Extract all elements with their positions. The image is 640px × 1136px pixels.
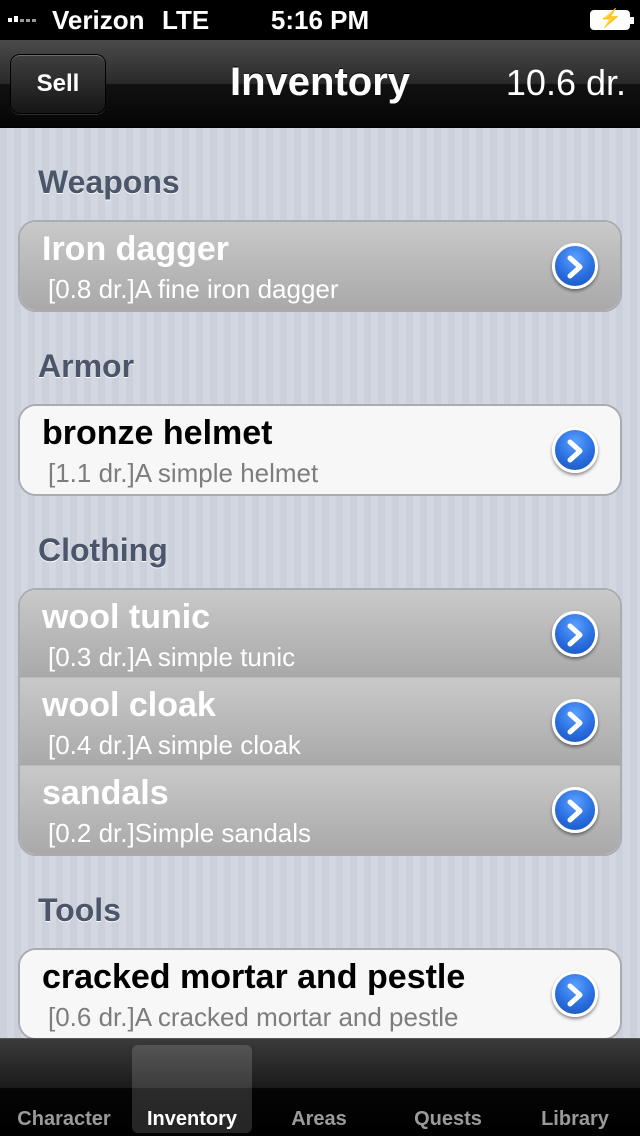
list-item[interactable]: Iron dagger [0.8 dr.]A fine iron dagger: [20, 222, 620, 310]
item-name: cracked mortar and pestle: [42, 958, 466, 996]
section-header-weapons: Weapons: [38, 164, 180, 200]
tab-areas[interactable]: Areas: [259, 1045, 379, 1133]
tab-label: Library: [541, 1108, 609, 1130]
list-item[interactable]: sandals [0.2 dr.]Simple sandals: [20, 766, 620, 854]
inventory-list[interactable]: Weapons Iron dagger [0.8 dr.]A fine iron…: [0, 128, 640, 1038]
status-time: 5:16 PM: [270, 5, 370, 35]
group-armor: bronze helmet [1.1 dr.]A simple helmet: [18, 404, 622, 496]
item-detail: [0.4 dr.]A simple cloak: [48, 730, 301, 760]
tab-label: Areas: [291, 1108, 347, 1130]
tab-quests[interactable]: Quests: [388, 1045, 508, 1133]
chevron-right-icon[interactable]: [552, 243, 598, 289]
item-name: sandals: [42, 774, 169, 812]
group-tools: cracked mortar and pestle [0.6 dr.]A cra…: [18, 948, 622, 1038]
status-bar: Verizon LTE 5:16 PM: [0, 0, 640, 40]
item-detail: [0.8 dr.]A fine iron dagger: [48, 274, 339, 304]
chevron-right-icon[interactable]: [552, 611, 598, 657]
item-name: bronze helmet: [42, 414, 273, 452]
group-weapons: Iron dagger [0.8 dr.]A fine iron dagger: [18, 220, 622, 312]
item-name: wool cloak: [42, 686, 216, 724]
item-detail: [0.3 dr.]A simple tunic: [48, 642, 296, 672]
money-balance: 10.6 dr.: [505, 62, 626, 103]
tab-label: Inventory: [146, 1108, 238, 1130]
tab-bar: Character Inventory Areas Quests Library: [0, 1038, 640, 1136]
battery-charging-icon: [590, 8, 634, 30]
tab-character[interactable]: Character: [4, 1045, 124, 1133]
section-header-tools: Tools: [38, 892, 121, 928]
item-name: Iron dagger: [42, 230, 230, 268]
item-detail: [1.1 dr.]A simple helmet: [48, 458, 319, 488]
section-header-clothing: Clothing: [38, 532, 168, 568]
list-item[interactable]: cracked mortar and pestle [0.6 dr.]A cra…: [20, 950, 620, 1038]
chevron-right-icon[interactable]: [552, 971, 598, 1017]
tab-library[interactable]: Library: [515, 1045, 635, 1133]
group-clothing: wool tunic [0.3 dr.]A simple tunic wool …: [18, 588, 622, 856]
list-item[interactable]: wool cloak [0.4 dr.]A simple cloak: [20, 678, 620, 766]
section-header-armor: Armor: [38, 348, 135, 384]
navigation-bar: Sell Inventory 10.6 dr.: [0, 40, 640, 128]
item-detail: [0.2 dr.]Simple sandals: [48, 818, 312, 848]
tab-inventory[interactable]: Inventory: [132, 1045, 252, 1133]
item-detail: [0.6 dr.]A cracked mortar and pestle: [48, 1002, 459, 1032]
list-item[interactable]: wool tunic [0.3 dr.]A simple tunic: [20, 590, 620, 678]
tab-label: Quests: [414, 1108, 482, 1130]
tab-label: Character: [17, 1108, 111, 1130]
list-item[interactable]: bronze helmet [1.1 dr.]A simple helmet: [20, 406, 620, 494]
chevron-right-icon[interactable]: [552, 699, 598, 745]
item-name: wool tunic: [42, 598, 211, 636]
chevron-right-icon[interactable]: [552, 427, 598, 473]
chevron-right-icon[interactable]: [552, 787, 598, 833]
